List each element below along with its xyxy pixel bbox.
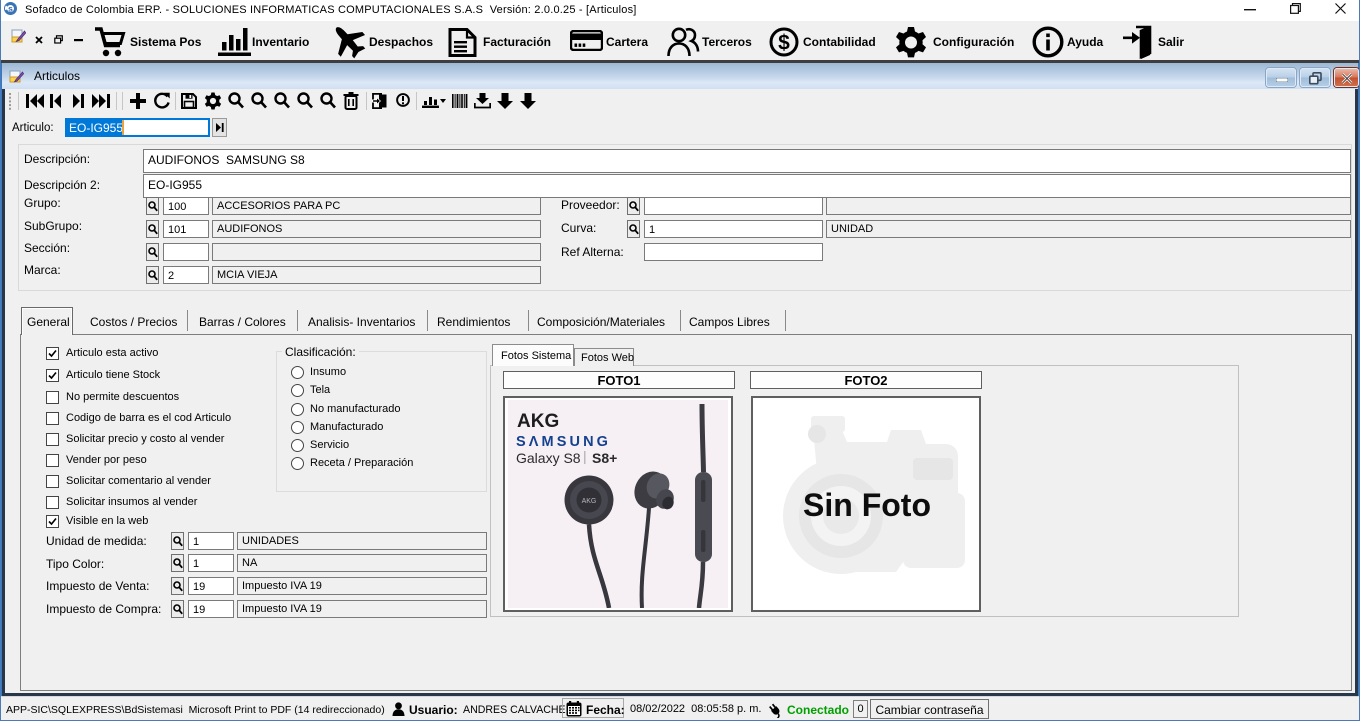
svg-text:$: $ bbox=[778, 32, 790, 55]
svg-text:Sin Foto: Sin Foto bbox=[803, 487, 931, 523]
svg-text:Galaxy S8: Galaxy S8 bbox=[516, 450, 581, 466]
svg-text:AKG: AKG bbox=[517, 411, 559, 432]
svg-text:s: s bbox=[8, 4, 13, 14]
svg-text:S8+: S8+ bbox=[592, 450, 617, 466]
svg-text:AKG: AKG bbox=[582, 498, 597, 505]
svg-text:SΛMSUNG: SΛMSUNG bbox=[516, 434, 611, 450]
